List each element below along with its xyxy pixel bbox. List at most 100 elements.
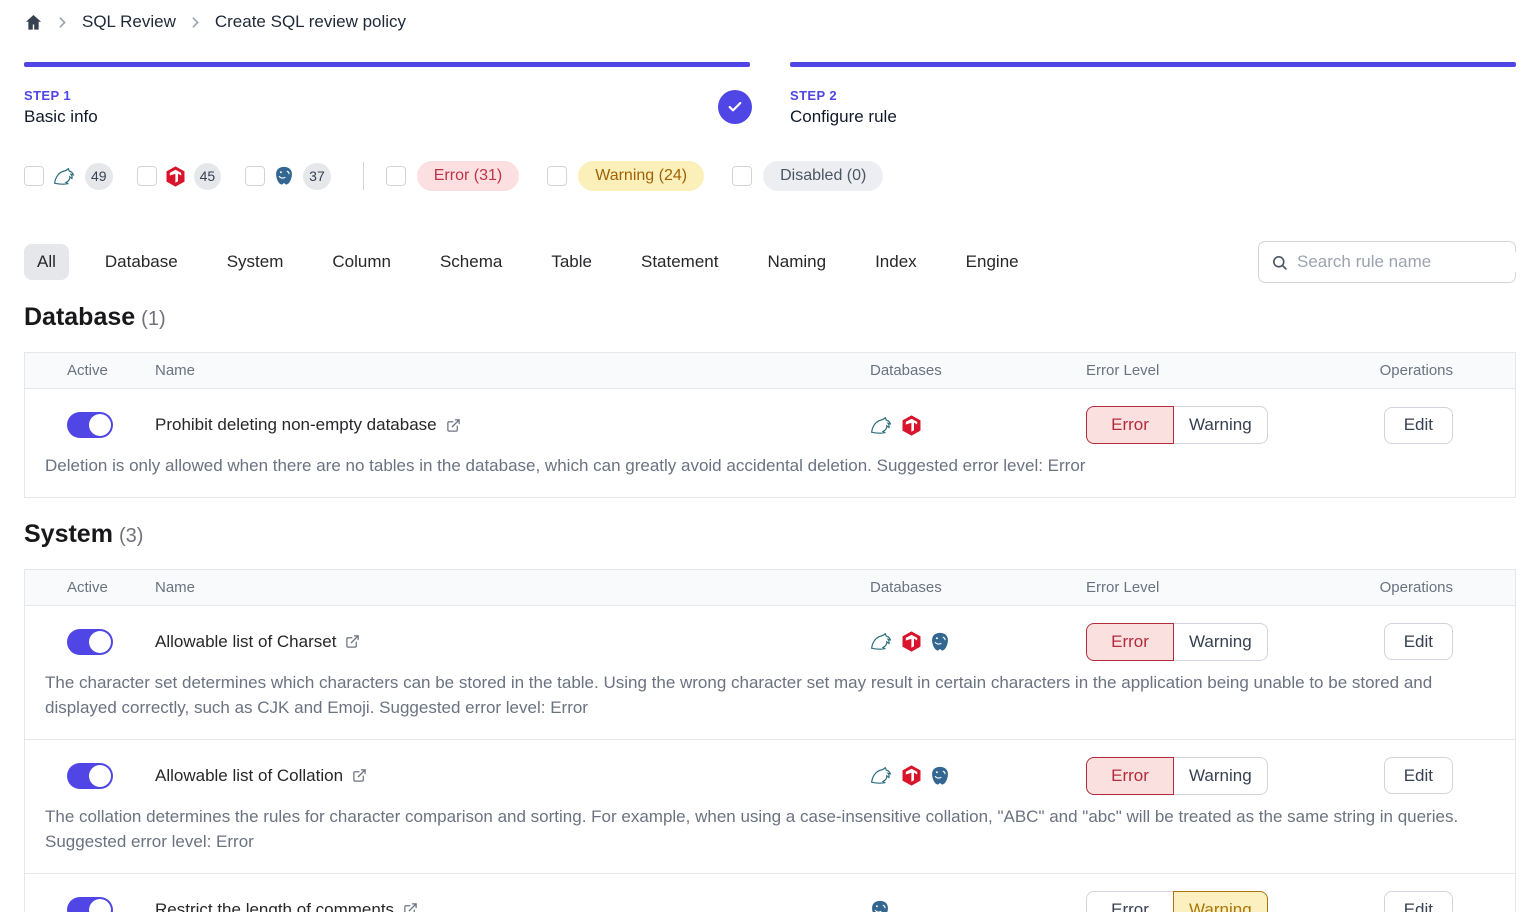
engine-filter-mysql: 49: [24, 163, 113, 190]
error-level-warning-button[interactable]: Warning: [1173, 406, 1268, 444]
error-filter-checkbox[interactable]: [386, 166, 406, 186]
tab-index[interactable]: Index: [862, 244, 930, 280]
error-level-warning-button[interactable]: Warning: [1173, 891, 1268, 912]
chevron-right-icon: [189, 16, 202, 29]
error-level-warning-button[interactable]: Warning: [1173, 757, 1268, 795]
external-link-icon[interactable]: [352, 768, 367, 783]
table-header: Active Name Databases Error Level Operat…: [25, 570, 1515, 606]
step-1-title: Basic info: [24, 107, 750, 127]
level-filters: Error (31) Warning (24) Disabled (0): [386, 161, 912, 191]
error-level-error-button[interactable]: Error: [1086, 757, 1174, 795]
disabled-filter-checkbox[interactable]: [732, 166, 752, 186]
disabled-count-pill: Disabled (0): [763, 161, 883, 191]
toggle-knob: [89, 899, 111, 912]
column-header-error-level: Error Level: [1086, 579, 1339, 596]
tidb-icon: [902, 631, 921, 652]
step-2-label: STEP 2: [790, 88, 1516, 103]
warning-count-pill: Warning (24): [578, 161, 704, 191]
mysql-icon: [870, 417, 893, 434]
edit-button[interactable]: Edit: [1384, 407, 1453, 444]
filter-divider: [363, 162, 364, 190]
edit-button[interactable]: Edit: [1384, 891, 1453, 912]
column-header-operations: Operations: [1339, 362, 1515, 379]
edit-button[interactable]: Edit: [1384, 623, 1453, 660]
home-icon[interactable]: [24, 13, 43, 32]
toggle-knob: [89, 765, 111, 787]
tab-table[interactable]: Table: [538, 244, 605, 280]
rule-active-toggle[interactable]: [67, 897, 113, 912]
rule-description: The collation determines the rules for c…: [25, 795, 1515, 873]
toggle-knob: [89, 414, 111, 436]
rule-name: Prohibit deleting non-empty database: [155, 415, 437, 435]
column-header-databases: Databases: [846, 362, 1086, 379]
error-level-error-button[interactable]: Error: [1086, 406, 1174, 444]
rule-active-toggle[interactable]: [67, 412, 113, 438]
step-1-label: STEP 1: [24, 88, 750, 103]
external-link-icon[interactable]: [446, 418, 461, 433]
column-header-databases: Databases: [846, 579, 1086, 596]
tab-naming[interactable]: Naming: [754, 244, 839, 280]
warning-filter-checkbox[interactable]: [547, 166, 567, 186]
rule-active-toggle[interactable]: [67, 629, 113, 655]
error-level-segmented-control: Error Warning: [1086, 757, 1339, 795]
rule-name: Restrict the length of comments: [155, 900, 394, 912]
edit-button[interactable]: Edit: [1384, 757, 1453, 794]
engine-filter-postgres: 37: [245, 163, 331, 190]
error-level-warning-button[interactable]: Warning: [1173, 623, 1268, 661]
table-header: Active Name Databases Error Level Operat…: [25, 353, 1515, 389]
section-title: Database(1): [24, 303, 1516, 332]
step-1-completed-check-icon: [718, 90, 752, 124]
postgresql-icon: [930, 766, 950, 786]
step-1-progress-bar: [24, 62, 750, 67]
column-header-name: Name: [155, 579, 846, 596]
error-count-pill: Error (31): [417, 161, 519, 191]
breadcrumb-sql-review[interactable]: SQL Review: [82, 12, 176, 32]
rule-sections: Database(1) Active Name Databases Error …: [24, 303, 1516, 912]
column-header-active: Active: [25, 362, 155, 379]
external-link-icon[interactable]: [345, 634, 360, 649]
step-2-title: Configure rule: [790, 107, 1516, 127]
tidb-icon: [902, 415, 921, 436]
rule-row: Prohibit deleting non-empty database Err…: [25, 389, 1515, 497]
tab-database[interactable]: Database: [92, 244, 191, 280]
toggle-knob: [89, 631, 111, 653]
external-link-icon[interactable]: [403, 902, 418, 912]
tab-schema[interactable]: Schema: [427, 244, 515, 280]
tidb-filter-checkbox[interactable]: [137, 166, 157, 186]
rules-table: Active Name Databases Error Level Operat…: [24, 569, 1516, 912]
postgresql-icon: [870, 900, 890, 912]
step-2[interactable]: STEP 2 Configure rule: [790, 62, 1516, 127]
search-rule-box[interactable]: [1258, 241, 1516, 283]
column-header-active: Active: [25, 579, 155, 596]
rule-engine-icons: [846, 900, 1086, 912]
tab-system[interactable]: System: [214, 244, 297, 280]
tab-engine[interactable]: Engine: [953, 244, 1032, 280]
rule-section: System(3) Active Name Databases Error Le…: [24, 520, 1516, 912]
postgres-filter-checkbox[interactable]: [245, 166, 265, 186]
engine-filters: 49 45 37: [24, 163, 355, 190]
rule-count-badge: 37: [303, 163, 331, 190]
tab-all[interactable]: All: [24, 244, 69, 280]
tab-column[interactable]: Column: [319, 244, 404, 280]
chevron-right-icon: [56, 16, 69, 29]
rule-row: Allowable list of Charset Error Warning …: [25, 606, 1515, 739]
rule-count-badge: 45: [194, 163, 222, 190]
rule-engine-icons: [846, 765, 1086, 786]
engine-filter-tidb: 45: [137, 163, 222, 190]
section-title: System(3): [24, 520, 1516, 549]
column-header-name: Name: [155, 362, 846, 379]
rules-table: Active Name Databases Error Level Operat…: [24, 352, 1516, 498]
rule-row: Restrict the length of comments Error Wa…: [25, 873, 1515, 912]
rule-active-toggle[interactable]: [67, 763, 113, 789]
tabs-row: All Database System Column Schema Table Statem…: [24, 241, 1516, 283]
error-level-error-button[interactable]: Error: [1086, 891, 1174, 912]
mysql-filter-checkbox[interactable]: [24, 166, 44, 186]
column-header-operations: Operations: [1339, 579, 1515, 596]
search-rule-input[interactable]: [1297, 252, 1518, 272]
rule-row: Allowable list of Collation Error Warnin…: [25, 739, 1515, 873]
error-level-error-button[interactable]: Error: [1086, 623, 1174, 661]
step-1[interactable]: STEP 1 Basic info: [24, 62, 750, 127]
tidb-icon: [902, 765, 921, 786]
tab-statement[interactable]: Statement: [628, 244, 732, 280]
error-level-filter: Error (31): [386, 161, 519, 191]
